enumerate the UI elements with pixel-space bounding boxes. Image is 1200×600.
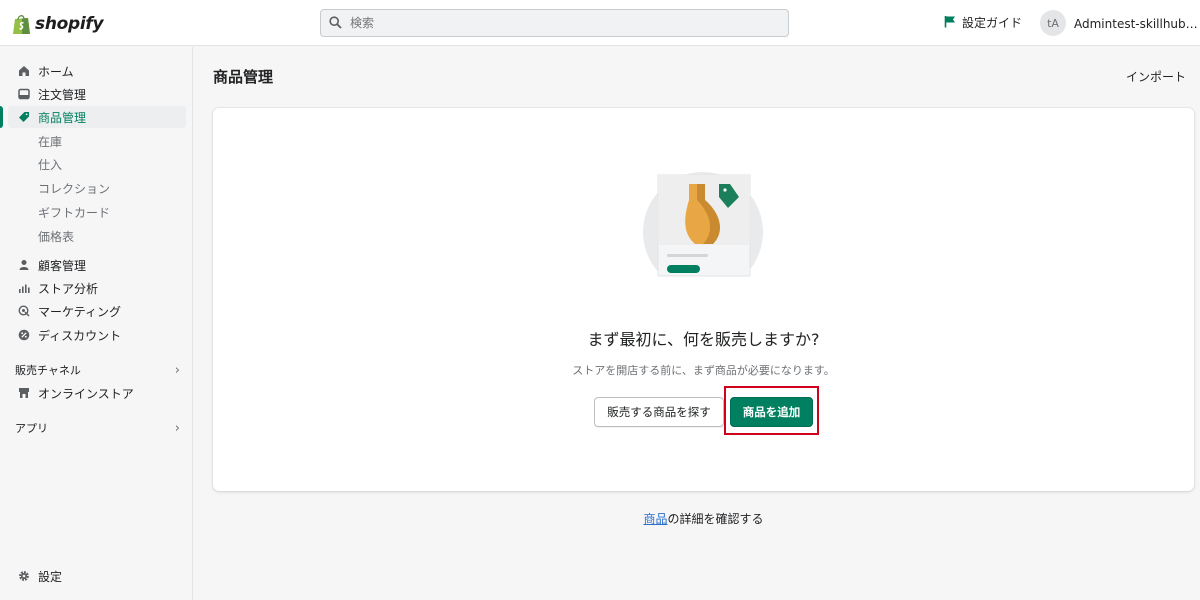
sidebar-item-online-store[interactable]: オンラインストア [8, 382, 186, 404]
sidebar-subitem-inventory[interactable]: 在庫 [38, 131, 62, 151]
sidebar-item-label: ホーム [38, 64, 74, 79]
home-icon [17, 65, 30, 78]
search-bar[interactable] [320, 9, 789, 37]
setup-guide-label: 設定ガイド [962, 16, 1023, 30]
inbox-icon [17, 88, 30, 101]
apps-header[interactable]: アプリ › [15, 419, 180, 437]
page-title: 商品管理 [213, 68, 274, 86]
sidebar-item-label: ストア分析 [38, 281, 99, 296]
sidebar-item-discounts[interactable]: ディスカウント [8, 324, 186, 346]
sales-channels-label: 販売チャネル [15, 364, 81, 377]
sidebar-subitem-transfers[interactable]: 仕入 [38, 154, 62, 174]
logo-text: shopify [35, 14, 104, 34]
sidebar-subitem-price-lists[interactable]: 価格表 [38, 226, 74, 246]
discount-icon [17, 329, 30, 342]
apps-label: アプリ [15, 422, 48, 435]
sidebar-item-marketing[interactable]: マーケティング [8, 300, 186, 322]
sidebar-subitem-collections[interactable]: コレクション [38, 178, 110, 198]
sidebar-item-label: マーケティング [38, 304, 122, 319]
store-icon [17, 387, 30, 400]
person-icon [17, 259, 30, 272]
sales-channels-header[interactable]: 販売チャネル › [15, 361, 180, 379]
sidebar-item-home[interactable]: ホーム [8, 60, 186, 82]
flag-icon [944, 15, 956, 31]
chevron-right-icon: › [174, 362, 180, 378]
sidebar-item-label: 顧客管理 [38, 258, 87, 273]
chevron-right-icon: › [174, 420, 180, 436]
learn-more-link[interactable]: 商品 [643, 512, 667, 526]
bar-chart-icon [17, 282, 30, 295]
add-product-button[interactable]: 商品を追加 [730, 397, 813, 427]
avatar: tA [1040, 10, 1066, 36]
setup-guide-button[interactable]: 設定ガイド [944, 14, 1022, 31]
sidebar-item-label: 注文管理 [38, 87, 87, 102]
sidebar-item-analytics[interactable]: ストア分析 [8, 277, 186, 299]
shopify-bag-icon [12, 13, 31, 35]
empty-state-card: まず最初に、何を販売しますか? ストアを開店する前に、まず商品が必要になります。… [213, 108, 1194, 491]
top-bar: shopify 設定ガイド tA Admintest-skillhubスト... [0, 0, 1200, 46]
sidebar-item-label: 設定 [38, 569, 63, 584]
empty-state-description: ストアを開店する前に、まず商品が必要になります。 [572, 364, 835, 377]
sidebar-item-customers[interactable]: 顧客管理 [8, 254, 186, 276]
sidebar-item-label: 商品管理 [38, 110, 87, 125]
tag-icon [17, 111, 30, 124]
find-products-button[interactable]: 販売する商品を探す [594, 397, 724, 427]
sidebar-item-orders[interactable]: 注文管理 [8, 83, 186, 105]
import-button[interactable]: インポート [1126, 68, 1186, 85]
shopify-logo[interactable]: shopify [12, 12, 104, 36]
sidebar: ホーム 注文管理 商品管理 在庫 仕入 コレクション ギフトカード 価格表 顧客… [0, 47, 193, 600]
empty-state-heading: まず最初に、何を販売しますか? [587, 330, 820, 349]
learn-more-suffix: の詳細を確認する [667, 512, 764, 526]
sidebar-subitem-gift-cards[interactable]: ギフトカード [38, 202, 110, 222]
sidebar-item-label: ディスカウント [38, 328, 122, 343]
sidebar-item-products[interactable]: 商品管理 [0, 106, 186, 128]
sidebar-item-settings[interactable]: 設定 [8, 565, 186, 587]
target-icon [17, 305, 30, 318]
search-icon [329, 14, 342, 33]
search-input[interactable] [350, 16, 750, 30]
gear-icon [17, 570, 30, 583]
account-menu[interactable]: tA Admintest-skillhubスト... [1040, 10, 1200, 36]
learn-more-text: 商品の詳細を確認する [213, 510, 1194, 527]
sidebar-item-label: オンラインストア [38, 386, 134, 401]
account-name: Admintest-skillhubスト... [1074, 16, 1200, 31]
product-illustration [641, 170, 765, 292]
